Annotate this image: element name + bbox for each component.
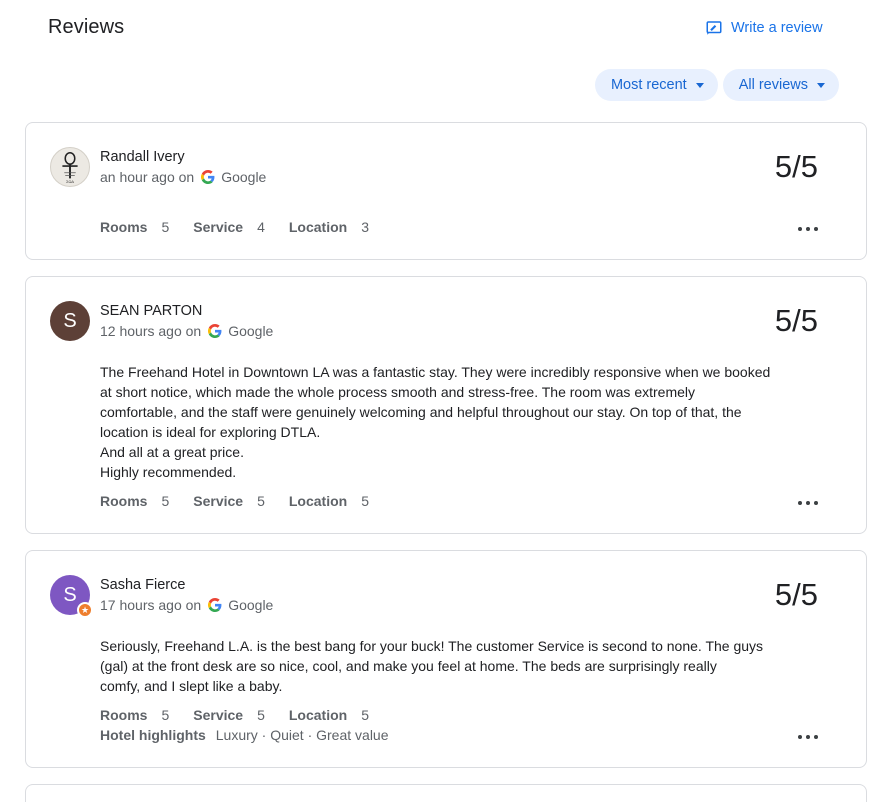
review-source: Google <box>228 597 274 613</box>
service-label: Service <box>193 707 244 723</box>
reviewer-name[interactable]: Randall Ivery <box>100 149 185 165</box>
review-text-line: comfortable, and the staff were genuinel… <box>100 404 742 420</box>
scope-dropdown-label: All reviews <box>738 77 808 93</box>
review-meta: 17 hours ago on Google <box>100 597 273 613</box>
service-label: Service <box>193 493 244 509</box>
review-source: Google <box>228 323 274 339</box>
review-meta: 12 hours ago on Google <box>100 323 273 339</box>
rooms-label: Rooms <box>100 493 148 509</box>
rooms-rating: 5 <box>161 493 170 509</box>
review-card: S SEAN PARTON 12 hours ago on Google 5/5… <box>25 276 867 534</box>
reviewer-avatar[interactable]: S <box>50 301 90 341</box>
more-options-button[interactable] <box>798 500 818 506</box>
review-text-line: comfy, and I slept like a baby. <box>100 678 283 694</box>
service-label: Service <box>193 219 244 235</box>
more-options-button[interactable] <box>798 734 818 740</box>
write-review-icon <box>706 21 722 35</box>
location-label: Location <box>288 493 348 509</box>
review-text-line: at short notice, which made the whole pr… <box>100 384 696 400</box>
review-text-line: location is ideal for exploring DTLA. <box>100 424 321 440</box>
sort-dropdown[interactable]: Most recent <box>594 69 718 101</box>
page-title: Reviews <box>48 16 125 38</box>
hotel-highlights-values: Luxury · Quiet · Great value <box>215 727 389 743</box>
reviewer-avatar[interactable]: ΣΩΔ <box>50 147 90 187</box>
review-score: 5/5 <box>774 149 818 184</box>
review-text: Seriously, Freehand L.A. is the best ban… <box>100 636 800 696</box>
location-label: Location <box>288 707 348 723</box>
category-ratings: Rooms 5 Service 5 Location 5 <box>100 493 393 509</box>
location-label: Location <box>288 219 348 235</box>
review-source: Google <box>221 169 267 185</box>
review-card: S ★ Sasha Fierce 17 hours ago on Google … <box>25 550 867 768</box>
google-icon <box>208 598 222 612</box>
caret-down-icon <box>695 82 704 88</box>
location-rating: 5 <box>361 707 370 723</box>
avatar-initial: S <box>63 309 77 332</box>
ankh-avatar-image: ΣΩΔ <box>62 151 78 184</box>
scope-dropdown[interactable]: All reviews <box>722 69 839 101</box>
category-ratings: Rooms 5 Service 5 Location 5 <box>100 707 393 723</box>
write-review-label: Write a review <box>731 20 823 36</box>
review-card-partial <box>25 784 867 802</box>
review-text-line: (gal) at the front desk are so nice, coo… <box>100 658 717 674</box>
hotel-highlights: Hotel highlights Luxury · Quiet · Great … <box>100 727 389 743</box>
local-guide-badge-icon: ★ <box>77 602 93 618</box>
reviewer-name[interactable]: SEAN PARTON <box>100 303 202 319</box>
service-rating: 4 <box>257 219 265 235</box>
google-icon <box>208 324 222 338</box>
rooms-label: Rooms <box>100 707 148 723</box>
review-time: 17 hours ago on <box>100 597 202 613</box>
rooms-rating: 5 <box>161 219 170 235</box>
reviews-header: Reviews Write a review <box>0 0 891 60</box>
location-rating: 5 <box>361 493 370 509</box>
review-text-line: The Freehand Hotel in Downtown LA was a … <box>100 364 771 380</box>
review-card: ΣΩΔ Randall Ivery an hour ago on Google … <box>25 122 867 260</box>
location-rating: 3 <box>361 219 370 235</box>
google-icon <box>201 170 215 184</box>
reviewer-name[interactable]: Sasha Fierce <box>100 577 185 593</box>
review-score: 5/5 <box>774 303 818 338</box>
review-time: 12 hours ago on <box>100 323 202 339</box>
service-rating: 5 <box>257 707 265 723</box>
review-filters: Most recent All reviews <box>594 69 839 101</box>
rooms-label: Rooms <box>100 219 148 235</box>
review-text: The Freehand Hotel in Downtown LA was a … <box>100 362 800 482</box>
review-time: an hour ago on <box>100 169 195 185</box>
review-score: 5/5 <box>774 577 818 612</box>
service-rating: 5 <box>257 493 265 509</box>
category-ratings: Rooms 5 Service 4 Location 3 <box>100 219 393 235</box>
caret-down-icon <box>817 82 825 88</box>
write-review-button[interactable]: Write a review <box>705 19 823 37</box>
more-options-button[interactable] <box>798 226 818 232</box>
review-text-line: Highly recommended. <box>100 464 237 480</box>
review-text-line: And all at a great price. <box>100 444 244 460</box>
sort-dropdown-label: Most recent <box>610 77 687 93</box>
rooms-rating: 5 <box>161 707 170 723</box>
hotel-highlights-label: Hotel highlights <box>100 727 206 743</box>
reviewer-avatar[interactable]: S ★ <box>50 575 93 618</box>
svg-text:ΣΩΔ: ΣΩΔ <box>66 179 74 184</box>
review-meta: an hour ago on Google <box>100 169 266 185</box>
avatar-initial: S <box>63 583 77 606</box>
review-text-line: Seriously, Freehand L.A. is the best ban… <box>100 638 764 654</box>
